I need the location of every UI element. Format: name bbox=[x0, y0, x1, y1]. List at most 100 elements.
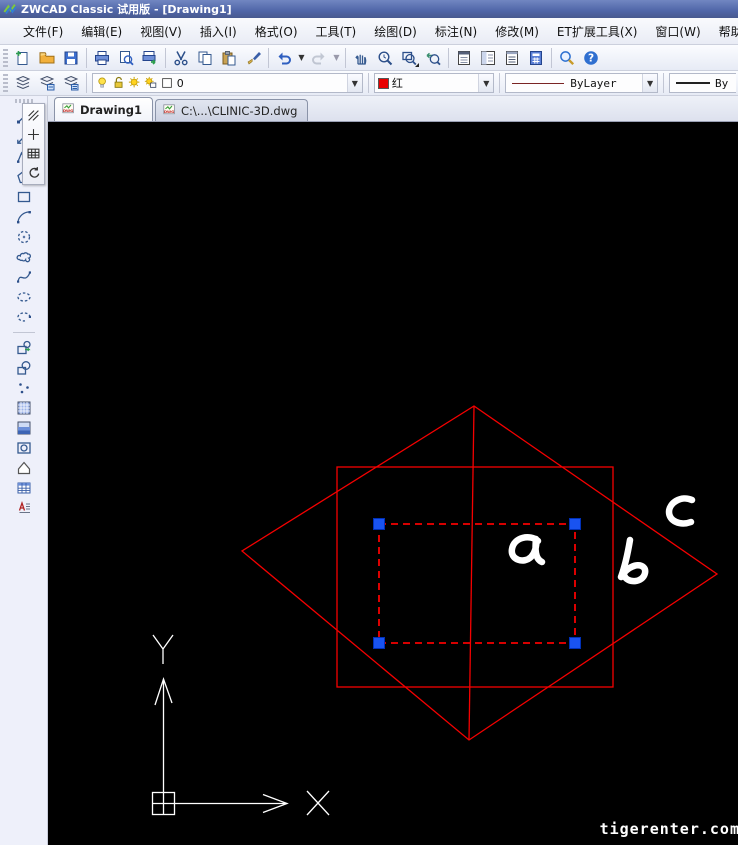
document-tab-bar: DWG Drawing1 DWG C:\...\CLINIC-3D.dwg bbox=[48, 96, 738, 122]
menu-item-12[interactable]: 帮助(H) bbox=[710, 19, 738, 44]
help-button[interactable]: ? bbox=[579, 47, 603, 69]
layer-dropdown[interactable]: 0 ▼ bbox=[91, 73, 363, 93]
menu-item-4[interactable]: 插入(I) bbox=[191, 19, 246, 44]
menu-item-7[interactable]: 绘图(D) bbox=[365, 19, 426, 44]
grip-2[interactable] bbox=[569, 518, 581, 530]
pan-icon bbox=[355, 54, 367, 65]
paste-button[interactable] bbox=[217, 47, 241, 69]
zoom-previous-button[interactable] bbox=[421, 47, 445, 69]
redo-dropdown-caret[interactable]: ▼ bbox=[331, 47, 342, 69]
hatch-mini-mini-button[interactable] bbox=[24, 106, 43, 125]
svg-text:DWG: DWG bbox=[164, 110, 174, 114]
toolbar-separator bbox=[551, 47, 552, 68]
hatch-mini-icon bbox=[28, 110, 39, 121]
rotate-mini-button[interactable] bbox=[24, 163, 43, 182]
insert-block-tool-button[interactable] bbox=[11, 338, 37, 358]
make-block-icon bbox=[16, 361, 30, 375]
ellipse-tool-button[interactable] bbox=[11, 287, 37, 307]
menu-item-9[interactable]: 修改(M) bbox=[486, 19, 548, 44]
open-button[interactable] bbox=[35, 47, 59, 69]
table-tool-button[interactable] bbox=[11, 478, 37, 498]
tool-palettes-button[interactable] bbox=[500, 47, 524, 69]
save-button[interactable] bbox=[59, 47, 83, 69]
color-dropdown[interactable]: 红 ▼ bbox=[373, 73, 495, 93]
new-button[interactable] bbox=[11, 47, 35, 69]
layers-toolbar-grip[interactable] bbox=[3, 74, 8, 92]
point-icon bbox=[18, 383, 29, 394]
menu-item-1[interactable]: 文件(F) bbox=[14, 19, 72, 44]
redo-button[interactable] bbox=[307, 47, 331, 69]
region-tool-button[interactable] bbox=[11, 438, 37, 458]
document-tab-2[interactable]: DWG C:\...\CLINIC-3D.dwg bbox=[154, 99, 309, 121]
make-block-tool-button[interactable] bbox=[11, 358, 37, 378]
linetype-dropdown-caret[interactable]: ▼ bbox=[642, 74, 658, 92]
undo-button[interactable] bbox=[272, 47, 296, 69]
new-icon bbox=[16, 50, 28, 65]
drawing-canvas[interactable]: tigerenter.com bbox=[48, 122, 738, 845]
zoom-previous-icon bbox=[426, 52, 441, 65]
circle-tool-button[interactable] bbox=[11, 227, 37, 247]
color-swatch bbox=[377, 77, 389, 89]
zoom-window-button[interactable] bbox=[397, 47, 421, 69]
arc-tool-button[interactable] bbox=[11, 207, 37, 227]
ellipse-arc-tool-button[interactable] bbox=[11, 307, 37, 327]
zoom-realtime-button[interactable] bbox=[373, 47, 397, 69]
document-tab-1[interactable]: DWG Drawing1 bbox=[54, 97, 153, 121]
menu-item-5[interactable]: 格式(O) bbox=[246, 19, 307, 44]
copy-button[interactable] bbox=[193, 47, 217, 69]
cut-button[interactable] bbox=[169, 47, 193, 69]
design-center-button[interactable] bbox=[476, 47, 500, 69]
undo-dropdown-caret[interactable]: ▼ bbox=[296, 47, 307, 69]
grip-1[interactable] bbox=[373, 518, 385, 530]
mtext-tool-button[interactable] bbox=[11, 498, 37, 518]
publish-button[interactable] bbox=[138, 47, 162, 69]
layer-dropdown-caret[interactable]: ▼ bbox=[346, 74, 362, 92]
color-dropdown-caret[interactable]: ▼ bbox=[478, 74, 494, 92]
pan-button[interactable] bbox=[349, 47, 373, 69]
tool-palettes-icon bbox=[506, 50, 518, 65]
match-properties-button[interactable] bbox=[241, 47, 265, 69]
dwg-file-icon: DWG bbox=[163, 104, 175, 115]
selected-rectangle-entity[interactable] bbox=[378, 523, 576, 644]
linetype-dropdown[interactable]: ByLayer ▼ bbox=[505, 73, 659, 93]
wipeout-icon bbox=[17, 461, 30, 475]
grid-mini-button[interactable] bbox=[24, 144, 43, 163]
spline-tool-button[interactable] bbox=[11, 267, 37, 287]
layer-properties-button[interactable] bbox=[11, 72, 35, 94]
wipeout-tool-button[interactable] bbox=[11, 458, 37, 478]
properties-palette-icon bbox=[458, 50, 470, 65]
toolbar-separator bbox=[345, 47, 346, 68]
title-bar[interactable]: ZWCAD Classic 试用版 - [Drawing1] bbox=[0, 0, 738, 18]
dwg-file-icon: DWG bbox=[62, 103, 74, 114]
grip-3[interactable] bbox=[373, 637, 385, 649]
layer-translate-button[interactable] bbox=[59, 72, 83, 94]
menu-item-3[interactable]: 视图(V) bbox=[131, 19, 191, 44]
window-title: ZWCAD Classic 试用版 - [Drawing1] bbox=[21, 3, 232, 16]
annotation-letter-b bbox=[617, 536, 649, 585]
lineweight-dropdown[interactable]: By bbox=[669, 73, 736, 93]
menu-item-6[interactable]: 工具(T) bbox=[307, 19, 366, 44]
standard-toolbar-grip[interactable] bbox=[3, 48, 8, 67]
print-icon bbox=[95, 50, 109, 65]
find-button[interactable] bbox=[555, 47, 579, 69]
crosshair-mini-button[interactable] bbox=[24, 125, 43, 144]
rectangle-tool-button[interactable] bbox=[11, 187, 37, 207]
redo-icon bbox=[312, 52, 325, 64]
revision-cloud-tool-button[interactable] bbox=[11, 247, 37, 267]
vertical-line-entity[interactable] bbox=[468, 405, 475, 741]
point-tool-button[interactable] bbox=[11, 378, 37, 398]
print-preview-button[interactable] bbox=[114, 47, 138, 69]
hatch-tool-button[interactable] bbox=[11, 398, 37, 418]
print-button[interactable] bbox=[90, 47, 114, 69]
gradient-tool-button[interactable] bbox=[11, 418, 37, 438]
gradient-icon bbox=[17, 421, 30, 435]
properties-palette-button[interactable] bbox=[452, 47, 476, 69]
save-icon bbox=[64, 51, 78, 64]
grip-4[interactable] bbox=[569, 637, 581, 649]
menu-item-8[interactable]: 标注(N) bbox=[426, 19, 486, 44]
layer-states-button[interactable] bbox=[35, 72, 59, 94]
quick-calc-button[interactable] bbox=[524, 47, 548, 69]
menu-item-2[interactable]: 编辑(E) bbox=[72, 19, 131, 44]
menu-item-10[interactable]: ET扩展工具(X) bbox=[548, 19, 647, 44]
menu-item-11[interactable]: 窗口(W) bbox=[646, 19, 709, 44]
